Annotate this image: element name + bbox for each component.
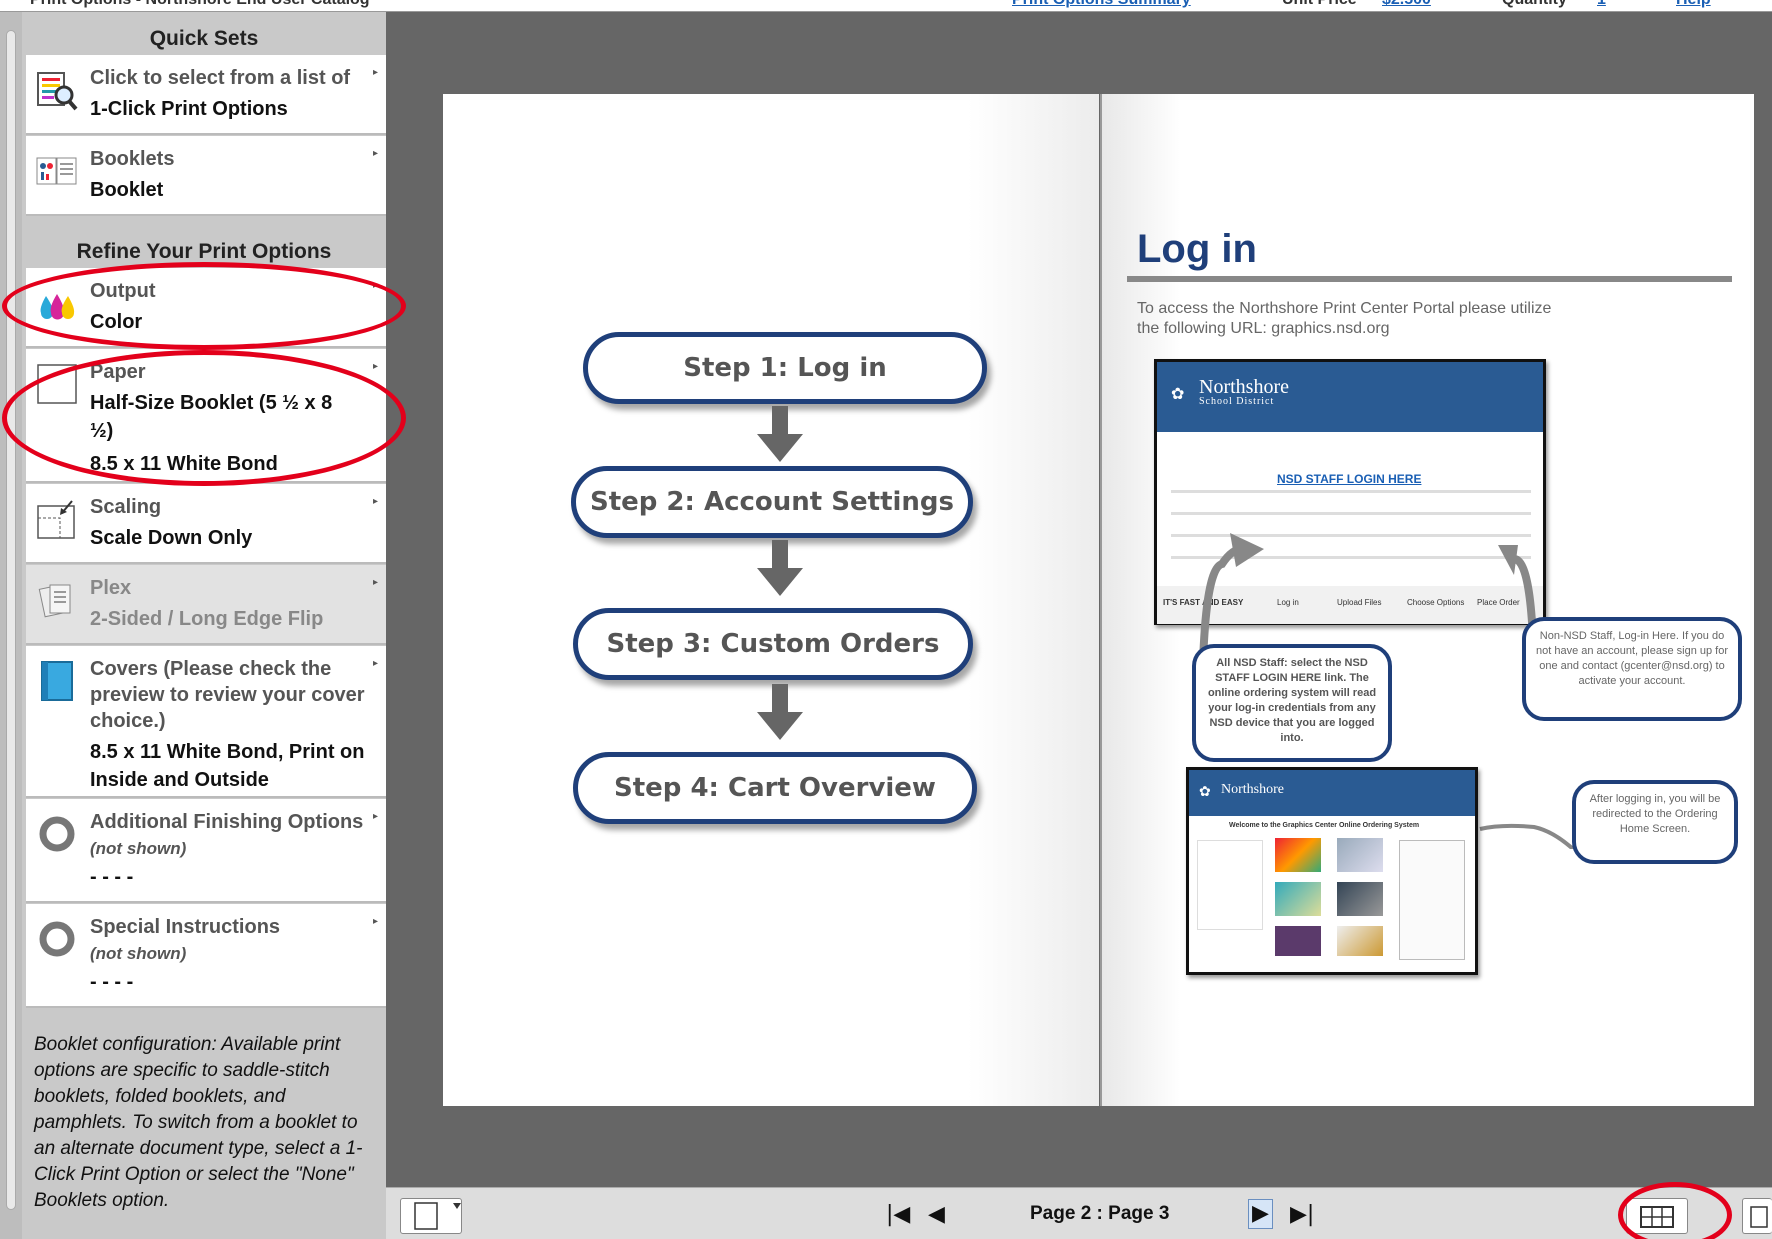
option-value: - - - -	[90, 866, 134, 888]
page-indicator: Page 2 : Page 3	[1030, 1203, 1170, 1224]
first-page-button[interactable]: |◀	[886, 1202, 910, 1227]
page-view-button[interactable]	[400, 1198, 462, 1234]
option-paper[interactable]: Paper Half-Size Booklet (5 ½ x 8 ½) 8.5 …	[26, 349, 386, 483]
option-special-instructions[interactable]: Special Instructions (not shown) - - - -…	[26, 904, 386, 1008]
step-1-pill: Step 1: Log in	[583, 332, 987, 404]
caret-right-icon: ▸	[372, 496, 378, 507]
unit-price-label: Unit Price	[1282, 0, 1357, 9]
top-bar: Print Options - Northshore End User Cata…	[0, 0, 1772, 12]
caret-right-icon: ▸	[372, 148, 378, 159]
next-page-button[interactable]: ▶	[1248, 1199, 1273, 1229]
ink-drops-icon	[36, 282, 78, 324]
callout-nsd-staff: All NSD Staff: select the NSD STAFF LOGI…	[1192, 644, 1392, 762]
booklet-info-text: Booklet configuration: Available print o…	[34, 1034, 363, 1211]
panel-scroll-thumb[interactable]	[6, 30, 16, 1210]
option-value: 1-Click Print Options	[90, 98, 288, 120]
option-label: Click to select from a list of	[90, 67, 351, 89]
unit-price-value[interactable]: $2.500	[1382, 0, 1431, 9]
paper-icon	[36, 363, 78, 405]
step-arrows-icon	[757, 406, 803, 740]
flip-view-button[interactable]	[1742, 1198, 1772, 1234]
preview-page-right: Log in To access the Northshore Print Ce…	[1100, 94, 1754, 1106]
ring-icon	[36, 918, 78, 960]
screenshot2-header: ✿ Northshore	[1189, 770, 1475, 816]
grid-icon	[1640, 1206, 1674, 1228]
caret-right-icon: ▸	[372, 280, 378, 291]
print-options-summary-link[interactable]: Print Options Summary	[1012, 0, 1191, 9]
spread-view-button[interactable]	[1626, 1198, 1688, 1234]
option-output[interactable]: Output Color ▸	[26, 268, 386, 348]
caret-right-icon: ▸	[372, 811, 378, 822]
screenshot-header: ✿ Northshore School District	[1157, 362, 1543, 432]
option-covers[interactable]: Covers (Please check the preview to revi…	[26, 646, 386, 798]
option-value: - - - -	[90, 971, 134, 993]
panel-scrollbar[interactable]	[0, 12, 22, 1239]
callout-after-login: After logging in, you will be redirected…	[1572, 780, 1738, 864]
callout-non-nsd-staff: Non-NSD Staff, Log-in Here. If you do no…	[1522, 617, 1742, 721]
option-1-click[interactable]: Click to select from a list of 1-Click P…	[26, 55, 386, 135]
scale-down-icon	[36, 498, 78, 540]
shot2-title: Welcome to the Graphics Center Online Or…	[1229, 822, 1420, 829]
window-title: Print Options - Northshore End User Cata…	[30, 0, 370, 9]
option-plex[interactable]: Plex 2-Sided / Long Edge Flip ▸	[26, 565, 386, 645]
option-label: Paper	[90, 361, 146, 383]
preview-page-left: Step 1: Log in Step 2: Account Settings …	[443, 94, 1099, 1106]
option-value-secondary: 8.5 x 11 White Bond	[90, 453, 278, 475]
list-magnifier-icon	[36, 69, 78, 111]
northshore-logo-icon: ✿	[1171, 386, 1185, 403]
northshore-logo-icon: ✿	[1199, 785, 1211, 800]
ring-icon	[36, 813, 78, 855]
refine-heading: Refine Your Print Options	[76, 240, 332, 263]
booklet-icon	[36, 150, 78, 192]
login-heading: Log in	[1137, 227, 1257, 271]
home-screenshot: ✿ Northshore Welcome to the Graphics Cen…	[1186, 767, 1478, 975]
option-additional-finishing[interactable]: Additional Finishing Options (not shown)…	[26, 799, 386, 903]
quick-sets-heading: Quick Sets	[149, 27, 259, 50]
booklet-preview: Step 1: Log in Step 2: Account Settings …	[386, 12, 1772, 1187]
quantity-value[interactable]: 1	[1597, 0, 1606, 9]
viewer-toolbar: |◀ ◀ Page 2 : Page 3 ▶ ▶|	[386, 1187, 1772, 1239]
caret-right-icon: ▸	[372, 658, 378, 669]
cover-book-icon	[36, 660, 78, 702]
option-value: 2-Sided / Long Edge Flip	[90, 608, 324, 630]
option-label: Special Instructions	[90, 916, 281, 938]
single-page-icon	[414, 1202, 461, 1230]
login-instructions: To access the Northshore Print Center Po…	[1137, 300, 1552, 337]
option-value: 8.5 x 11 White Bond, Print on Inside and…	[90, 741, 365, 791]
last-page-button[interactable]: ▶|	[1290, 1202, 1314, 1227]
option-label: Plex	[90, 577, 132, 599]
option-label: Output	[90, 280, 156, 302]
caret-right-icon: ▸	[372, 577, 378, 588]
quantity-label: Quantity	[1502, 0, 1567, 9]
option-scaling[interactable]: Scaling Scale Down Only ▸	[26, 484, 386, 564]
duplex-pages-icon	[36, 579, 78, 621]
page-flip-icon	[1750, 1206, 1768, 1228]
caret-right-icon: ▸	[372, 67, 378, 78]
option-note: (not shown)	[90, 839, 187, 858]
option-value: Color	[90, 311, 143, 333]
caret-right-icon: ▸	[372, 916, 378, 927]
option-value: Scale Down Only	[90, 527, 253, 549]
shot-brand-sub: School District	[1199, 396, 1275, 407]
option-note: (not shown)	[90, 944, 187, 963]
option-label: Covers (Please check the preview to revi…	[90, 658, 365, 732]
previous-page-button[interactable]: ◀	[928, 1202, 945, 1227]
heading-rule	[1127, 276, 1732, 282]
print-options-panel: Quick Sets Click to select from a list o…	[22, 12, 386, 1239]
option-label: Scaling	[90, 496, 162, 518]
option-value: Half-Size Booklet (5 ½ x 8 ½)	[90, 392, 333, 442]
option-label: Additional Finishing Options	[90, 811, 364, 833]
option-booklets[interactable]: Booklets Booklet ▸	[26, 136, 386, 216]
option-value: Booklet	[90, 179, 164, 201]
option-label: Booklets	[90, 148, 175, 170]
caret-right-icon: ▸	[372, 361, 378, 372]
help-link[interactable]: Help	[1676, 0, 1711, 9]
